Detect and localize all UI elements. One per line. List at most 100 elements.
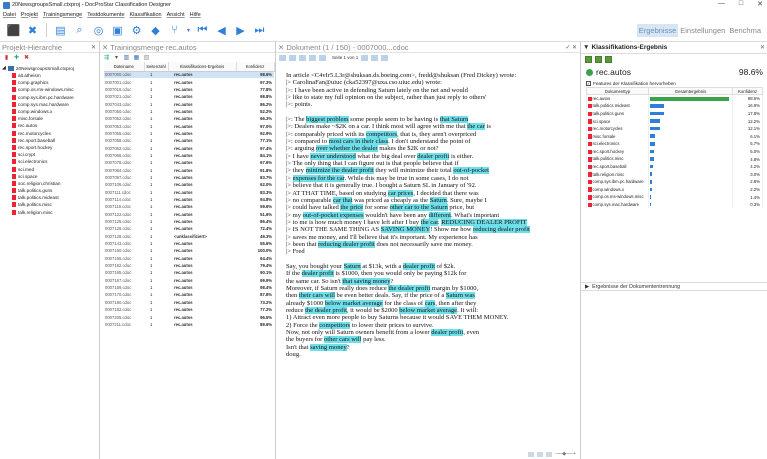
zoom-slider[interactable]: — ─◆─── + (555, 451, 576, 457)
remove-icon[interactable]: ▧ (143, 54, 150, 61)
table-row[interactable]: 0007084.cdoc 1 rec.autos 91.8% (104, 166, 274, 173)
tree-item[interactable]: sci.med (2, 165, 99, 172)
close-icon[interactable]: ✕ (760, 44, 765, 51)
close-button[interactable]: ✕ (757, 0, 763, 8)
menu-klassifikation[interactable]: Klassifikation (130, 12, 162, 18)
col-gesamtergebnis[interactable]: Gesamtergebnis (648, 87, 733, 95)
table-row[interactable]: 0007143.cdoc 1 rec.autos 55.6% (104, 240, 274, 247)
table-row[interactable]: 0007001.cdoc 1 rec.autos 97.3% (104, 78, 274, 85)
train-icon[interactable]: ✖ (25, 23, 40, 38)
perspective-einstellungen[interactable]: Einstellungen (678, 24, 727, 37)
result-row[interactable]: rec.motorcycles 12.1% (586, 124, 763, 133)
tree-item[interactable]: talk.religion.misc (2, 209, 99, 216)
table-row[interactable]: 0007050.cdoc 1 rec.autos 52.2% (104, 108, 274, 115)
result-row[interactable]: sci.space 12.2% (586, 117, 763, 125)
menu-trainingsmenge[interactable]: Trainingsmenge (43, 12, 82, 18)
table-row[interactable]: 0007122.cdoc 1 rec.autos 51.6% (104, 211, 274, 218)
tree-item[interactable]: rec.sport.hockey (2, 144, 99, 151)
export-icon[interactable]: ▦ (133, 54, 140, 61)
table-row[interactable]: 0007052.cdoc 1 rec.autos 66.3% (104, 115, 274, 122)
fit-page-icon[interactable] (299, 54, 306, 61)
result-row[interactable]: rec.autos 98.6% (586, 94, 763, 103)
tree-item[interactable]: comp.graphics (2, 79, 99, 86)
pin-icon[interactable]: ✓ ✕ (565, 44, 580, 51)
table-row[interactable]: 0007119.cdoc 1 rec.autos 59.6% (104, 203, 274, 210)
first-page-doc-icon[interactable] (361, 54, 369, 61)
last-page-doc-icon[interactable] (371, 54, 379, 61)
tree-item[interactable]: soc.religion.christian (2, 180, 99, 187)
table-row[interactable]: 0007150.cdoc 1 rec.autos 100.0% (104, 247, 274, 254)
delete-icon[interactable]: ✖ (23, 54, 30, 61)
table-row[interactable]: 0007000.cdoc 1 rec.autos 98.6% (104, 71, 274, 79)
previous-icon[interactable]: ◀ (214, 23, 229, 38)
menu-hilfe[interactable]: Hilfe (190, 12, 201, 18)
chevron-down-icon[interactable]: ▾ (186, 23, 191, 38)
col-ergebnis[interactable]: Klassifikations-Ergebnis (168, 62, 237, 72)
gear-icon[interactable]: ⚙ (129, 23, 144, 38)
magnifier-icon[interactable]: ◎ (91, 23, 106, 38)
minimize-button[interactable]: — (718, 0, 725, 8)
result-row[interactable]: rec.sport.hockey 5.0% (586, 147, 763, 156)
table-row[interactable]: 0007169.cdoc 1 rec.autos 98.4% (104, 284, 274, 291)
tree-item[interactable]: sci.electronics (2, 158, 99, 165)
collapse-icon[interactable]: ◢ (2, 65, 6, 71)
table-row[interactable]: 0007068.cdoc 1 rec.autos 84.1% (104, 152, 274, 159)
table-row[interactable]: 0007053.cdoc 1 rec.autos 97.0% (104, 122, 274, 129)
col-dateiname[interactable]: Dateiname (104, 62, 145, 72)
result-row[interactable]: comp.windows.x 2.2% (586, 185, 763, 194)
tree-item[interactable]: rec.autos (2, 122, 99, 129)
tree-item[interactable]: misc.forsale (2, 115, 99, 122)
separation-results-header[interactable]: ▶ Ergebnisse der Dokumententrennung (581, 282, 767, 291)
table-row[interactable]: 0007162.cdoc 1 rec.autos 79.4% (104, 262, 274, 269)
tree-item[interactable]: comp.os.ms-windows.misc (2, 86, 99, 93)
col-seitenzahl[interactable]: Seitenzahl (144, 62, 169, 72)
table-row[interactable]: 0007021.cdoc 1 rec.autos 98.8% (104, 93, 274, 100)
table-row[interactable]: 0007106.cdoc 1 rec.autos 62.0% (104, 181, 274, 188)
tree-item[interactable]: rec.sport.baseball (2, 137, 99, 144)
checkbox-icon[interactable]: ✓ (586, 80, 591, 86)
table-row[interactable]: 0007078.cdoc 1 rec.autos 67.6% (104, 159, 274, 166)
view-icon[interactable] (381, 54, 389, 61)
table-row[interactable]: 0007114.cdoc 1 rec.autos 94.8% (104, 196, 274, 203)
menu-testdokumente[interactable]: Testdokumente (87, 12, 124, 18)
search-icon[interactable]: ⌕ (72, 23, 87, 38)
table-row[interactable]: 0007165.cdoc 1 rec.autos 90.1% (104, 269, 274, 276)
tree-layout-icon[interactable]: ⬛ (6, 23, 21, 38)
table-row[interactable]: 0007055.cdoc 1 rec.autos 92.9% (104, 130, 274, 137)
table-row[interactable]: 0007170.cdoc 1 rec.autos 87.8% (104, 291, 274, 298)
green-chart-icon[interactable] (595, 56, 602, 63)
tree-item[interactable]: talk.politics.guns (2, 187, 99, 194)
col-konfidenz[interactable]: Konfidenz (236, 62, 275, 72)
fork-icon[interactable]: ⑂ (167, 23, 182, 38)
table-row[interactable]: 0007205.cdoc 1 rec.autos 96.5% (104, 313, 274, 320)
col-res-konfidenz[interactable]: Konfidenz (732, 87, 763, 95)
prev-page-icon[interactable] (309, 54, 316, 61)
tree-item[interactable]: rec.motorcycles (2, 130, 99, 137)
maximize-button[interactable]: □ (739, 0, 743, 8)
double-page-icon[interactable] (537, 451, 544, 457)
table-row[interactable]: 0007155.cdoc 1 rec.autos 64.4% (104, 255, 274, 262)
tree-item[interactable]: comp.sys.mac.hardware (2, 101, 99, 108)
zoom-out-icon[interactable] (279, 54, 286, 61)
table-row[interactable]: 0007180.cdoc 1 rec.autos 73.2% (104, 299, 274, 306)
result-row[interactable]: sci.electronics 5.7% (586, 140, 763, 148)
table-row[interactable]: 0007111.cdoc 1 rec.autos 83.3% (104, 189, 274, 196)
result-row[interactable]: comp.os.ms-windows.misc 1.4% (586, 193, 763, 201)
folder-icon[interactable]: ▤ (53, 23, 68, 38)
highlight-features-checkbox[interactable]: ✓ Features der Klassifikation hervorhebe… (581, 79, 767, 87)
result-row[interactable]: talk.politics.mideast 16.9% (586, 102, 763, 110)
perspective-benchmark[interactable]: Benchma (727, 24, 763, 37)
table-row[interactable]: 0007062.cdoc 1 rec.autos 97.4% (104, 144, 274, 151)
result-row[interactable]: talk.religion.misc 3.0% (586, 170, 763, 179)
green-table-icon[interactable] (605, 56, 612, 63)
database-icon[interactable]: ◆ (148, 23, 163, 38)
add-document-icon[interactable]: ▮ (3, 54, 10, 61)
tree-item[interactable]: sci.crypt (2, 151, 99, 158)
next-page-icon[interactable] (319, 54, 326, 61)
tree-item[interactable]: comp.windows.x (2, 108, 99, 115)
perspective-ergebnisse[interactable]: Ergebnisse (636, 24, 679, 37)
table-row[interactable]: 0007043.cdoc 1 rec.autos 86.2% (104, 100, 274, 107)
image-icon[interactable]: ▣ (110, 23, 125, 38)
table-row[interactable]: 0007182.cdoc 1 rec.autos 77.2% (104, 306, 274, 313)
zoom-in-icon[interactable] (289, 54, 296, 61)
